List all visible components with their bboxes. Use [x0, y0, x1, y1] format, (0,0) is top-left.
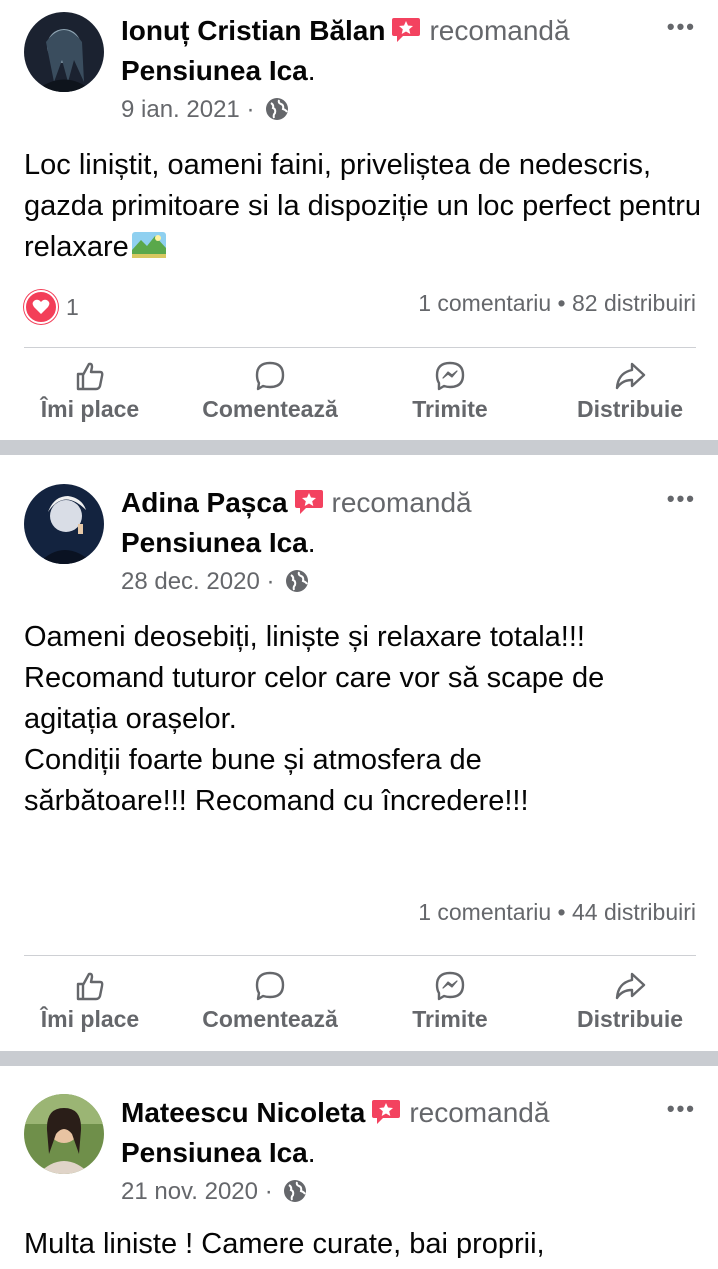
author-name[interactable]: Adina Pașca — [121, 487, 288, 518]
post-stats: 1 1 comentariu • 82 distribuiri — [24, 290, 696, 324]
avatar[interactable] — [24, 484, 104, 564]
reactions[interactable]: 1 — [24, 290, 79, 324]
like-button[interactable]: Îmi place — [34, 970, 146, 1033]
page-name[interactable]: Pensiunea Ica. — [121, 1136, 316, 1170]
more-icon[interactable]: ••• — [667, 1096, 696, 1122]
badge-icon — [371, 1099, 401, 1125]
like-icon — [34, 360, 146, 392]
post-header: Adina Pașca recomandă — [121, 486, 472, 520]
send-button[interactable]: Trimite — [400, 360, 500, 423]
send-button[interactable]: Trimite — [400, 970, 500, 1033]
post-meta: 28 dec. 2020 · — [121, 567, 309, 601]
heart-icon — [24, 290, 58, 324]
post-date[interactable]: 9 ian. 2021 — [121, 96, 240, 123]
like-icon — [34, 970, 146, 1002]
comments-shares[interactable]: 1 comentariu • 82 distribuiri — [418, 290, 696, 317]
comment-button[interactable]: Comentează — [192, 970, 348, 1033]
more-icon[interactable]: ••• — [667, 486, 696, 512]
globe-icon — [283, 1179, 307, 1211]
post-text: Loc liniștit, oameni faini, priveliștea … — [24, 145, 704, 272]
author-name[interactable]: Mateescu Nicoleta — [121, 1097, 365, 1128]
recommend-label: recomandă — [331, 487, 472, 518]
action-bar: Îmi place Comentează Trimite Distribuie — [0, 360, 718, 440]
recommend-label: recomandă — [409, 1097, 550, 1128]
share-button[interactable]: Distribuie — [570, 970, 690, 1033]
recommend-label: recomandă — [429, 15, 570, 46]
share-button[interactable]: Distribuie — [570, 360, 690, 423]
more-icon[interactable]: ••• — [667, 14, 696, 40]
page-name[interactable]: Pensiunea Ica. — [121, 526, 316, 560]
post-header: Ionuț Cristian Bălan recomandă — [121, 14, 570, 48]
post-meta: 9 ian. 2021 · — [121, 95, 289, 129]
post-meta: 21 nov. 2020 · — [121, 1177, 307, 1211]
author-name[interactable]: Ionuț Cristian Bălan — [121, 15, 385, 46]
landscape-emoji-icon — [131, 230, 167, 272]
messenger-icon — [400, 360, 500, 392]
share-icon — [570, 360, 690, 392]
post-text: Multa liniste ! Camere curate, bai propr… — [24, 1228, 545, 1258]
comments-shares[interactable]: 1 comentariu • 44 distribuiri — [418, 899, 696, 926]
comment-icon — [192, 970, 348, 1002]
avatar[interactable] — [24, 12, 104, 92]
post-separator — [0, 440, 718, 455]
post-header: Mateescu Nicoleta recomandă — [121, 1096, 549, 1130]
post: Adina Pașca recomandă Pensiunea Ica. 28 d… — [0, 455, 718, 1051]
feed: Ionuț Cristian Bălan recomandă Pensiunea … — [0, 0, 718, 1269]
post-text: Oameni deosebiți, liniște și relaxare to… — [24, 621, 605, 817]
comment-button[interactable]: Comentează — [192, 360, 348, 423]
globe-icon — [265, 97, 289, 129]
post-separator — [0, 1051, 718, 1066]
divider — [24, 347, 696, 348]
post-date[interactable]: 21 nov. 2020 — [121, 1178, 258, 1205]
share-icon — [570, 970, 690, 1002]
post: Mateescu Nicoleta recomandă Pensiunea Ica… — [0, 1066, 718, 1269]
post: Ionuț Cristian Bălan recomandă Pensiunea … — [0, 0, 718, 440]
avatar[interactable] — [24, 1094, 104, 1174]
messenger-icon — [400, 970, 500, 1002]
divider — [24, 955, 696, 956]
page-name[interactable]: Pensiunea Ica. — [121, 54, 316, 88]
action-bar: Îmi place Comentează Trimite Distribuie — [0, 970, 718, 1050]
post-date[interactable]: 28 dec. 2020 — [121, 568, 260, 595]
like-button[interactable]: Îmi place — [34, 360, 146, 423]
badge-icon — [391, 17, 421, 43]
badge-icon — [294, 489, 324, 515]
globe-icon — [285, 569, 309, 601]
reaction-count: 1 — [66, 293, 79, 320]
comment-icon — [192, 360, 348, 392]
post-stats: 1 comentariu • 44 distribuiri — [24, 899, 696, 933]
